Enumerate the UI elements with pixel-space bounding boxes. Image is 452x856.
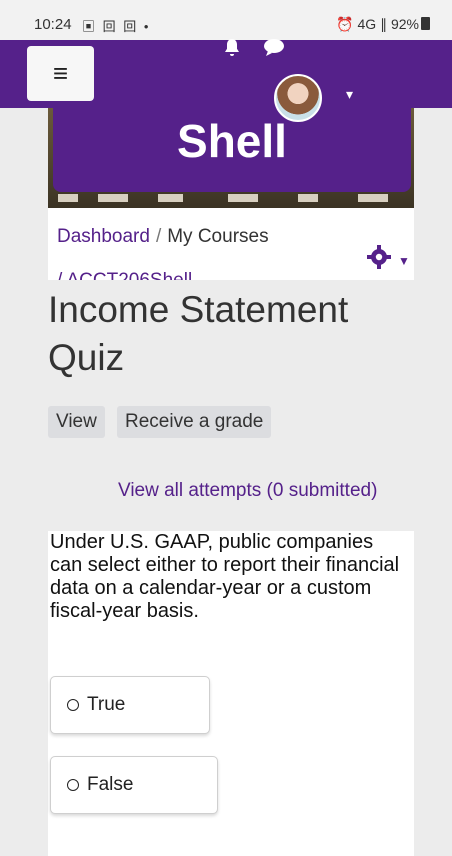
status-right-text: ⏰ 4G ∥ 92% [336,16,419,32]
status-time: 10:24 [34,16,72,33]
bell-icon[interactable] [223,38,241,64]
view-attempts-link[interactable]: View all attempts (0 submitted) [118,480,377,502]
question-text: Under U.S. GAAP, public companies can se… [50,531,400,622]
status-notification-icons: ▣ 回 回 • [82,19,151,34]
breadcrumb-my-courses[interactable]: My Courses [167,226,268,247]
option-true[interactable]: True [50,676,210,734]
radio-icon [67,779,79,791]
status-system-icons: ⏰ 4G ∥ 92% [336,16,430,33]
breadcrumb-dashboard[interactable]: Dashboard [57,226,150,247]
page-title: Income Statement Quiz [48,289,349,378]
hamburger-icon: ≡ [52,58,69,88]
chevron-down-icon[interactable]: ▼ [398,254,410,268]
chat-icon[interactable] [263,38,285,64]
breadcrumb-course[interactable]: / ACCT206Shell [57,270,192,280]
course-title: Shell [177,115,287,167]
breadcrumb-separator: / [155,226,162,247]
view-badge: View [48,406,105,438]
receive-grade-badge: Receive a grade [117,406,272,438]
option-label: True [87,694,126,715]
option-label: False [87,774,134,795]
option-false[interactable]: False [50,756,218,814]
status-bar: 10:24 ▣ 回 回 • ⏰ 4G ∥ 92% [0,0,452,40]
radio-icon [67,699,79,711]
chevron-down-icon[interactable]: ▾ [346,86,353,103]
avatar[interactable] [274,74,322,122]
course-header: Shell [53,108,411,192]
battery-icon [421,17,430,30]
breadcrumb-card: Dashboard/My Courses / ACCT206Shell ▼ [48,208,414,280]
gear-icon[interactable] [366,244,392,277]
menu-button[interactable]: ≡ [27,46,94,101]
breadcrumb: Dashboard / My Courses [57,226,269,248]
